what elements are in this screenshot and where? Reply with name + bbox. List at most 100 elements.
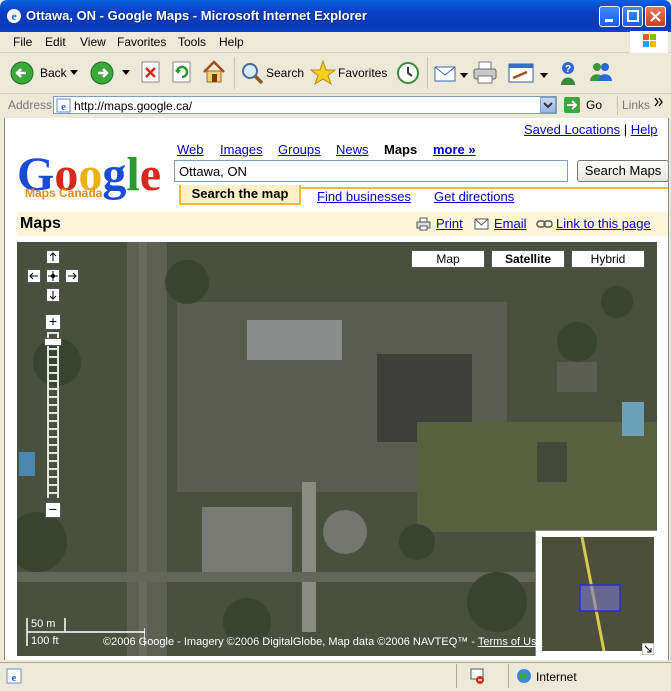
stop-icon[interactable] — [140, 61, 162, 83]
map-copyright: ©2006 Google - Imagery ©2006 DigitalGlob… — [103, 636, 543, 648]
address-dropdown-button[interactable] — [540, 97, 556, 113]
search-label: Search — [266, 66, 305, 80]
overview-toggle-icon[interactable] — [642, 643, 654, 655]
map-type-hybrid-button[interactable]: Hybrid — [571, 250, 645, 268]
zoom-out-button[interactable]: − — [45, 502, 61, 518]
forward-button[interactable] — [90, 58, 134, 88]
close-button[interactable] — [645, 6, 666, 27]
top-links: Saved Locations | Help — [524, 122, 658, 137]
print-link[interactable]: Print — [436, 216, 463, 231]
copyright-text: ©2006 Google - Imagery ©2006 DigitalGlob… — [103, 636, 476, 648]
favorites-label: Favorites — [338, 66, 388, 80]
maximize-icon — [627, 10, 639, 22]
popup-blocked-icon[interactable] — [469, 667, 485, 685]
menu-tools[interactable]: Tools — [178, 35, 206, 49]
center-icon — [48, 271, 58, 281]
search-maps-button[interactable]: Search Maps — [577, 160, 668, 182]
menu-view[interactable]: View — [80, 35, 106, 49]
dropdown-arrow-icon[interactable] — [460, 73, 468, 79]
refresh-icon[interactable] — [171, 61, 193, 83]
minimize-button[interactable] — [599, 6, 620, 27]
menu-file[interactable]: File — [13, 35, 32, 49]
svg-text:e: e — [11, 9, 17, 23]
chevron-down-icon — [543, 102, 553, 109]
close-icon — [650, 11, 661, 22]
back-label: Back — [40, 66, 67, 80]
svg-text:?: ? — [565, 64, 571, 75]
nav-more[interactable]: more » — [433, 142, 476, 157]
help-link[interactable]: Help — [631, 122, 658, 137]
tab-get-directions[interactable]: Get directions — [434, 189, 514, 204]
nav-groups[interactable]: Groups — [278, 142, 321, 157]
overview-map[interactable] — [535, 530, 657, 656]
minimize-icon — [605, 19, 613, 22]
tab-find-businesses[interactable]: Find businesses — [317, 189, 411, 204]
tab-search-the-map[interactable]: Search the map — [179, 185, 301, 205]
star-favorites-icon — [310, 60, 336, 86]
chevron-right-double-icon[interactable] — [654, 97, 664, 107]
go-label: Go — [586, 98, 603, 112]
history-icon[interactable] — [395, 60, 421, 86]
scale-meters: 50 m — [31, 618, 56, 630]
svg-text:e: e — [61, 101, 66, 113]
zoom-slider-track[interactable] — [47, 332, 59, 498]
zoom-slider-handle[interactable] — [44, 338, 62, 346]
magnifier-search-icon — [242, 63, 264, 85]
dropdown-arrow-icon — [122, 70, 130, 75]
pan-left-button[interactable] — [27, 269, 41, 283]
links-label[interactable]: Links — [622, 98, 650, 112]
email-link[interactable]: Email — [494, 216, 527, 231]
research-icon[interactable]: ? — [555, 59, 581, 87]
maps-canada-label: Maps Canada — [25, 186, 103, 200]
forward-arrow-icon — [90, 61, 114, 85]
map-type-map-button[interactable]: Map — [411, 250, 485, 268]
top-links-separator: | — [623, 122, 628, 137]
go-arrow-icon — [564, 97, 580, 113]
nav-maps-current: Maps — [384, 142, 418, 157]
messenger-icon[interactable] — [588, 59, 614, 87]
terms-of-use-link[interactable]: Terms of Use — [478, 636, 543, 648]
overview-imagery — [542, 537, 654, 651]
satellite-map[interactable]: Map Satellite Hybrid + − 50 m 100 ft ©20… — [17, 242, 657, 656]
go-button[interactable]: Go — [563, 96, 615, 115]
google-logo[interactable]: Google Maps Canada — [17, 140, 167, 202]
pan-center-button[interactable] — [46, 269, 60, 283]
maximize-button[interactable] — [622, 6, 643, 27]
dropdown-arrow-icon[interactable] — [540, 73, 548, 79]
arrow-right-icon — [68, 272, 77, 280]
menu-help[interactable]: Help — [219, 35, 244, 49]
search-button[interactable]: Search — [240, 58, 304, 88]
ie-app-icon: e — [7, 9, 21, 23]
nav-images[interactable]: Images — [220, 142, 263, 157]
toolbar-separator — [427, 57, 428, 89]
back-button[interactable]: Back — [10, 58, 84, 88]
menu-favorites[interactable]: Favorites — [117, 35, 166, 49]
address-label: Address — [8, 98, 53, 112]
menu-edit[interactable]: Edit — [45, 35, 66, 49]
link-to-page-link[interactable]: Link to this page — [556, 216, 651, 231]
scale-feet: 100 ft — [31, 635, 59, 647]
favorites-button[interactable]: Favorites — [310, 58, 390, 88]
address-input[interactable]: e http://maps.google.ca/ — [53, 96, 557, 114]
print-icon[interactable] — [416, 217, 431, 231]
arrow-left-icon — [29, 272, 38, 280]
pan-right-button[interactable] — [65, 269, 79, 283]
internet-zone-label: Internet — [536, 670, 577, 684]
saved-locations-link[interactable]: Saved Locations — [524, 122, 620, 137]
email-icon[interactable] — [474, 218, 489, 230]
mail-icon[interactable] — [433, 62, 459, 84]
nav-web[interactable]: Web — [177, 142, 204, 157]
nav-news[interactable]: News — [336, 142, 369, 157]
toolbar-separator — [234, 57, 235, 89]
pan-up-button[interactable] — [46, 250, 60, 264]
map-type-satellite-button[interactable]: Satellite — [491, 250, 565, 268]
chain-link-icon[interactable] — [536, 219, 553, 229]
zoom-in-button[interactable]: + — [45, 314, 61, 330]
edit-icon[interactable] — [507, 60, 535, 86]
home-icon[interactable] — [201, 59, 227, 85]
links-separator — [617, 96, 618, 115]
search-input[interactable]: Ottawa, ON — [174, 160, 568, 182]
arrow-up-icon — [49, 252, 57, 261]
print-icon[interactable] — [472, 60, 498, 86]
pan-down-button[interactable] — [46, 288, 60, 302]
